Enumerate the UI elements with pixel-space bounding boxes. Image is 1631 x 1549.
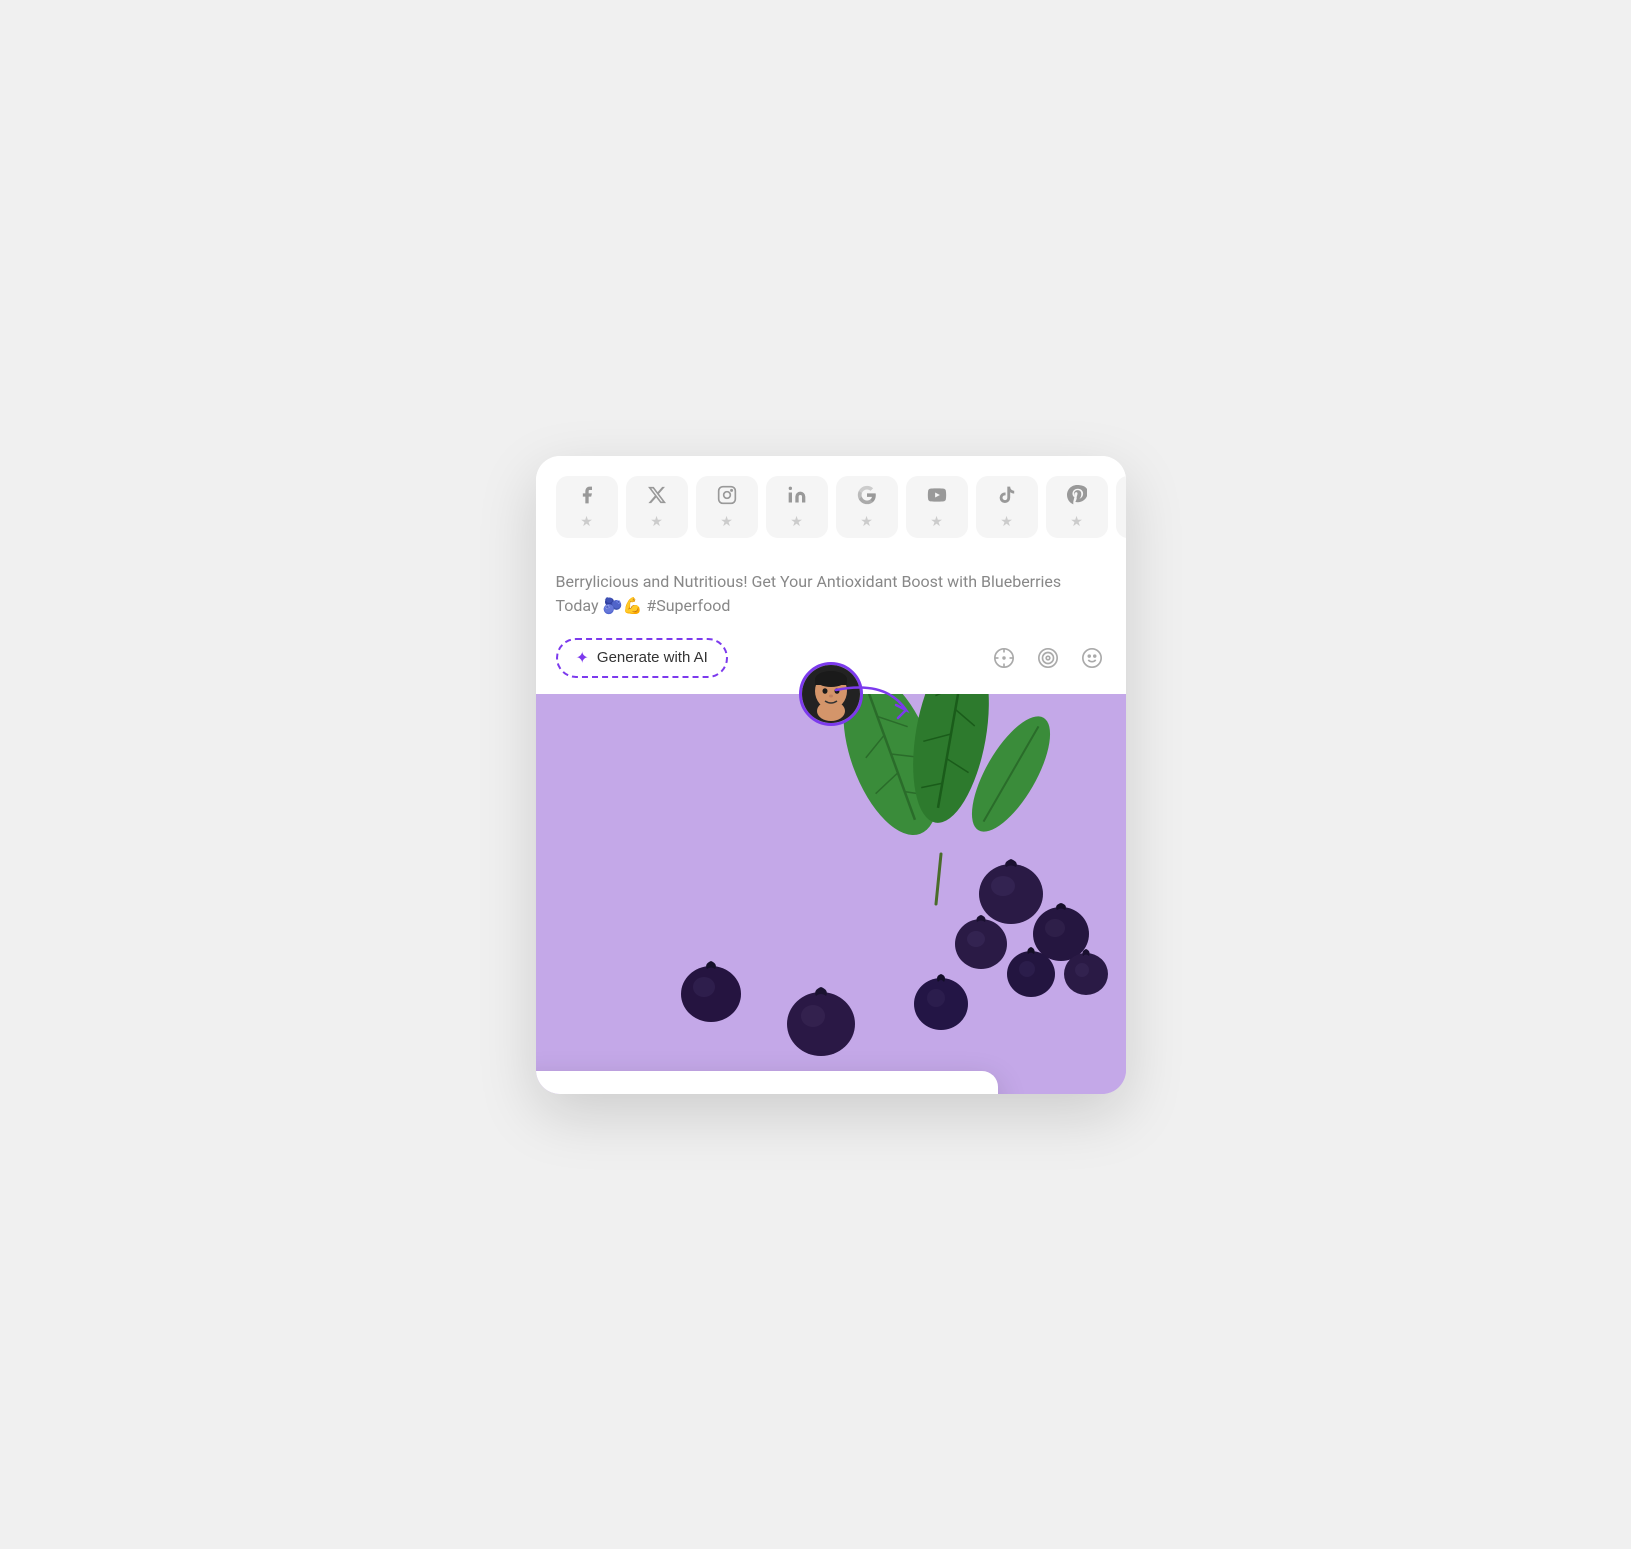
star-icon: ★: [650, 514, 663, 528]
chat-bubble: ✦ Write an Instagram caption about blueb…: [536, 1071, 999, 1094]
social-btn-facebook[interactable]: ★: [556, 476, 618, 538]
social-btn-youtube[interactable]: ★: [906, 476, 968, 538]
avatar: [799, 662, 863, 726]
social-btn-threads[interactable]: ★: [1116, 476, 1126, 538]
star-icon: ★: [1070, 514, 1083, 528]
x-icon: [647, 485, 667, 508]
main-card: ★ ★ ★: [536, 456, 1126, 1094]
star-icon: ★: [790, 514, 803, 528]
blueberry-image: [536, 694, 1126, 1094]
star-icon: ★: [860, 514, 873, 528]
social-btn-twitter[interactable]: ★: [626, 476, 688, 538]
social-btn-instagram[interactable]: ★: [696, 476, 758, 538]
toolbar-icons: [990, 644, 1106, 672]
social-btn-linkedin[interactable]: ★: [766, 476, 828, 538]
social-bar: ★ ★ ★: [536, 456, 1126, 554]
location-icon[interactable]: [990, 644, 1018, 672]
social-btn-pinterest[interactable]: ★: [1046, 476, 1108, 538]
social-btn-google[interactable]: ★: [836, 476, 898, 538]
star-icon: ★: [1000, 514, 1013, 528]
star-icon: ★: [580, 514, 593, 528]
facebook-icon: [577, 485, 597, 508]
generate-btn-label: Generate with AI: [597, 649, 708, 666]
tiktok-icon: [997, 485, 1017, 508]
youtube-icon: [927, 485, 947, 508]
star-icon: ★: [930, 514, 943, 528]
emoji-icon[interactable]: [1078, 644, 1106, 672]
instagram-icon: [717, 485, 737, 508]
sparkle-icon: ✦: [576, 648, 589, 668]
caption-text: Berrylicious and Nutritious! Get Your An…: [556, 570, 1106, 618]
pinterest-icon: [1067, 485, 1087, 508]
generate-ai-button[interactable]: ✦ Generate with AI: [556, 638, 728, 678]
star-icon: ★: [720, 514, 733, 528]
image-container: ✦ Write an Instagram caption about blueb…: [536, 694, 1126, 1094]
google-icon: [857, 485, 877, 508]
caption-area: Berrylicious and Nutritious! Get Your An…: [536, 554, 1126, 630]
linkedin-icon: [787, 485, 807, 508]
social-btn-tiktok[interactable]: ★: [976, 476, 1038, 538]
target-icon[interactable]: [1034, 644, 1062, 672]
chat-sparkle-icon: ✦: [536, 1091, 558, 1094]
